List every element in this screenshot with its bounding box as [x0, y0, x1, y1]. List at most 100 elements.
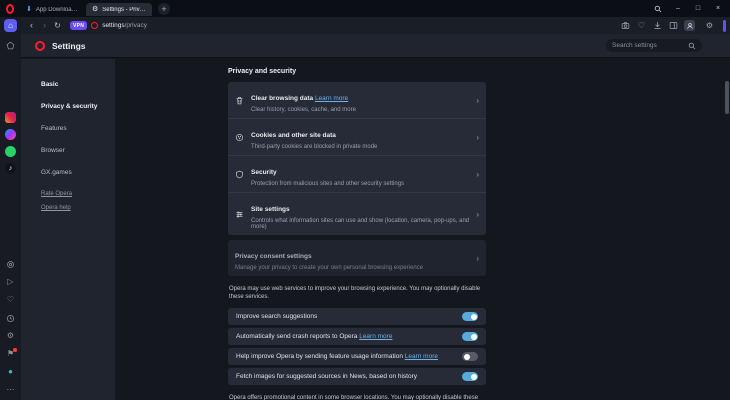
- settings-gear-icon[interactable]: ⚙: [5, 331, 17, 341]
- search-suggestions-toggle[interactable]: [462, 312, 478, 321]
- messenger-icon[interactable]: [5, 129, 16, 140]
- tab-bar: ⬇ App Downloads for Wind ⚙ Settings - Pr…: [0, 0, 730, 17]
- player-icon[interactable]: ▷: [5, 277, 17, 287]
- row-subtitle: Controls what information sites can use …: [251, 218, 470, 230]
- back-button[interactable]: ‹: [25, 21, 38, 30]
- crash-reports-toggle[interactable]: [462, 332, 478, 341]
- toggle-row-fetch-images: Fetch images for suggested sources in Ne…: [228, 368, 486, 386]
- learn-more-link[interactable]: Learn more: [405, 353, 438, 360]
- bookmarks-heart-icon[interactable]: ♡: [5, 295, 17, 305]
- sliders-icon: [235, 210, 244, 219]
- download-tab-icon: ⬇: [26, 6, 32, 13]
- pinboard-flag-icon[interactable]: ⚑: [5, 348, 17, 359]
- easy-setup-gear-icon[interactable]: ⚙: [704, 20, 715, 31]
- toggle-label: Automatically send crash reports to Oper…: [236, 333, 393, 341]
- row-subtitle: Protection from malicious sites and othe…: [251, 181, 405, 187]
- url-text[interactable]: settings/privacy: [102, 22, 147, 29]
- opera-site-icon: [91, 22, 99, 29]
- opera-logo-icon: [35, 40, 45, 51]
- scrollbar-track[interactable]: [725, 59, 729, 400]
- rate-opera-link[interactable]: Rate Opera: [41, 191, 115, 197]
- row-title: Security: [251, 169, 277, 176]
- security-row[interactable]: Security Protection from malicious sites…: [228, 155, 486, 192]
- scrollbar-thumb[interactable]: [725, 81, 729, 114]
- chevron-right-icon: ›: [476, 132, 479, 142]
- toggle-row-search-suggestions: Improve search suggestions: [228, 308, 486, 326]
- downloads-icon[interactable]: [652, 20, 663, 31]
- feature-usage-toggle[interactable]: [462, 352, 478, 361]
- new-tab-button[interactable]: +: [158, 2, 170, 15]
- workspace-home-icon[interactable]: ⌂: [4, 19, 17, 32]
- window-controls: – □ ×: [650, 1, 730, 16]
- toggle-label: Improve search suggestions: [236, 313, 318, 321]
- row-subtitle: Manage your privacy to create your own p…: [235, 265, 424, 271]
- minimize-button[interactable]: –: [670, 1, 686, 16]
- learn-more-link[interactable]: Learn more: [315, 95, 348, 102]
- search-input[interactable]: [612, 42, 688, 49]
- tab-settings[interactable]: ⚙ Settings - Privacy and sec: [86, 3, 152, 16]
- nav-item-features[interactable]: Features: [41, 125, 115, 132]
- toggle-row-feature-usage: Help improve Opera by sending feature us…: [228, 348, 486, 366]
- gear-icon: ⚙: [92, 6, 99, 13]
- close-button[interactable]: ×: [710, 1, 726, 16]
- maximize-button[interactable]: □: [690, 1, 706, 16]
- reload-button[interactable]: ↻: [51, 21, 64, 30]
- toggle-label: Help improve Opera by sending feature us…: [236, 353, 438, 361]
- snapshot-camera-icon[interactable]: [620, 20, 631, 31]
- addressbar-actions: ♡ ⚙: [620, 19, 726, 32]
- chevron-right-icon: ›: [476, 209, 479, 219]
- cookie-icon: [235, 133, 244, 142]
- section-heading: Privacy and security: [228, 68, 297, 75]
- whatsapp-icon[interactable]: [5, 146, 16, 157]
- tiktok-icon[interactable]: ♪: [5, 163, 16, 174]
- settings-header: Settings: [21, 34, 730, 58]
- bookmark-heart-icon[interactable]: ♡: [636, 20, 647, 31]
- nav-item-privacy-security[interactable]: Privacy & security: [41, 103, 115, 110]
- row-subtitle: Clear history, cookies, cache, and more: [251, 107, 356, 113]
- nav-item-browser[interactable]: Browser: [41, 147, 115, 154]
- chevron-right-icon: ›: [476, 95, 479, 105]
- opera-logo-icon: [6, 3, 14, 14]
- sidebar-setup-icon[interactable]: ⋯: [5, 385, 17, 395]
- search-icon: [688, 42, 696, 49]
- sidebar-panel-indicator[interactable]: [723, 19, 726, 32]
- site-settings-row[interactable]: Site settings Controls what information …: [228, 192, 486, 235]
- chevron-right-icon: ›: [476, 253, 479, 263]
- settings-search[interactable]: [606, 39, 702, 52]
- tab-title: App Downloads for Wind: [35, 6, 80, 13]
- vpn-badge[interactable]: VPN: [70, 21, 88, 30]
- clear-browsing-data-row[interactable]: Clear browsing data Learn more Clear his…: [228, 82, 486, 118]
- page-title: Settings: [52, 40, 86, 51]
- row-title: Site settings: [251, 206, 290, 213]
- opera-menu-button[interactable]: [0, 0, 20, 17]
- aria-icon[interactable]: [5, 259, 17, 269]
- row-title: Cookies and other site data: [251, 132, 336, 139]
- toggle-row-crash-reports: Automatically send crash reports to Oper…: [228, 328, 486, 346]
- nav-item-basic[interactable]: Basic: [41, 81, 115, 88]
- profile-avatar[interactable]: [684, 20, 695, 31]
- toggle-label: Fetch images for suggested sources in Ne…: [236, 373, 418, 381]
- promotional-info: Opera offers promotional content in some…: [229, 395, 479, 400]
- tab-app-downloads[interactable]: ⬇ App Downloads for Wind: [20, 3, 86, 16]
- cookies-row[interactable]: Cookies and other site data Third-party …: [228, 118, 486, 155]
- workspace-secondary-icon[interactable]: [5, 40, 17, 50]
- panels-icon[interactable]: [668, 20, 679, 31]
- privacy-consent-row[interactable]: Privacy consent settings Manage your pri…: [228, 240, 486, 276]
- opera-window: ⬇ App Downloads for Wind ⚙ Settings - Pr…: [0, 0, 730, 400]
- tab-title: Settings - Privacy and sec: [102, 6, 146, 13]
- learn-more-link[interactable]: Learn more: [359, 333, 392, 340]
- sidebar-rail: ⌂ ♪ ▷ ♡ ⚙ ⚑ ● ⋯: [0, 17, 21, 400]
- tab-search-icon[interactable]: [650, 1, 666, 16]
- privacy-card-group: Clear browsing data Learn more Clear his…: [228, 82, 486, 235]
- forward-button[interactable]: ›: [38, 21, 51, 30]
- nav-item-gx-games[interactable]: GX.games: [41, 169, 115, 176]
- history-clock-icon[interactable]: [5, 313, 17, 323]
- fetch-images-toggle[interactable]: [462, 372, 478, 381]
- address-bar: ‹ › ↻ VPN settings/privacy ♡ ⚙: [21, 17, 730, 34]
- trash-icon: [235, 96, 244, 105]
- opera-help-link[interactable]: Opera help: [41, 205, 115, 211]
- extension-icon[interactable]: ●: [5, 367, 17, 377]
- row-subtitle: Third-party cookies are blocked in priva…: [251, 144, 378, 150]
- row-title: Clear browsing data Learn more: [251, 95, 349, 102]
- instagram-icon[interactable]: [5, 112, 16, 123]
